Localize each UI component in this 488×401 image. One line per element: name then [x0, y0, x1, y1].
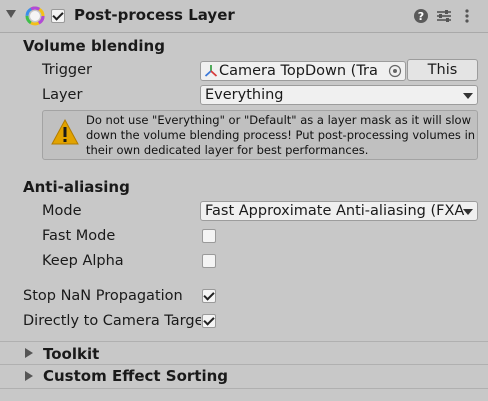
component-enabled-checkbox[interactable]	[51, 9, 65, 23]
transform-icon	[204, 65, 218, 77]
toolkit-foldout[interactable]: Toolkit	[43, 345, 99, 363]
presets-icon[interactable]	[435, 7, 453, 25]
warning-text: Do not use "Everything" or "Default" as …	[86, 113, 476, 157]
more-options-icon[interactable]	[458, 7, 476, 25]
layer-label: Layer	[42, 87, 83, 103]
layer-value: Everything	[205, 87, 284, 103]
divider	[0, 364, 488, 365]
keep-alpha-label: Keep Alpha	[42, 253, 124, 269]
warning-icon	[51, 118, 79, 145]
trigger-value: Camera TopDown (Tra	[219, 63, 378, 79]
direct-to-target-label: Directly to Camera Targe	[23, 313, 201, 329]
object-picker-icon[interactable]	[387, 63, 403, 79]
custom-effect-sorting-foldout[interactable]: Custom Effect Sorting	[43, 367, 228, 385]
anti-aliasing-heading: Anti-aliasing	[23, 178, 130, 196]
mode-label: Mode	[42, 203, 82, 219]
svg-text:?: ?	[418, 10, 424, 23]
component-title: Post-process Layer	[74, 6, 235, 24]
layer-dropdown[interactable]: Everything	[200, 85, 478, 105]
stop-nan-checkbox[interactable]	[202, 289, 216, 303]
toolkit-foldout-arrow-icon[interactable]	[25, 348, 33, 358]
help-icon[interactable]: ?	[412, 7, 430, 25]
stop-nan-label: Stop NaN Propagation	[23, 288, 183, 304]
divider	[0, 341, 488, 342]
fast-mode-label: Fast Mode	[42, 228, 116, 244]
keep-alpha-checkbox[interactable]	[202, 254, 216, 268]
custom-effect-sorting-foldout-arrow-icon[interactable]	[25, 371, 33, 381]
trigger-object-field[interactable]: Camera TopDown (Tra	[200, 61, 406, 81]
direct-to-target-checkbox[interactable]	[202, 314, 216, 328]
mode-value: Fast Approximate Anti-aliasing (FXA	[205, 203, 465, 219]
fast-mode-checkbox[interactable]	[202, 229, 216, 243]
mode-dropdown-arrow-icon	[463, 209, 473, 215]
this-button[interactable]: This	[407, 59, 478, 81]
component-foldout-arrow-icon[interactable]	[6, 10, 16, 18]
trigger-label: Trigger	[42, 62, 93, 78]
mode-dropdown[interactable]: Fast Approximate Anti-aliasing (FXA	[200, 201, 478, 221]
layer-dropdown-arrow-icon	[463, 93, 473, 99]
divider	[0, 388, 488, 389]
volume-blending-heading: Volume blending	[23, 37, 165, 55]
post-process-layer-icon	[25, 6, 45, 26]
